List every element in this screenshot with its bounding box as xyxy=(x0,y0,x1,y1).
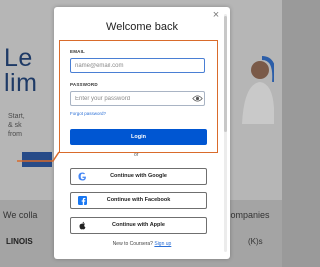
signup-prompt-text: New to Coursera? xyxy=(112,241,153,247)
collab-text: We colla xyxy=(3,210,38,220)
hero-heading-line-2: lim xyxy=(4,69,38,97)
callout-pointer-line xyxy=(17,151,60,162)
modal-title: Welcome back xyxy=(106,21,178,33)
companies-text: companies xyxy=(226,210,270,220)
google-button-label: Continue with Google xyxy=(110,173,167,179)
continue-with-apple-button[interactable]: Continue with Apple xyxy=(70,217,207,234)
hero-heading-line-1: Le xyxy=(4,44,33,72)
facebook-button-label: Continue with Facebook xyxy=(106,197,171,203)
modal-scrollbar-thumb[interactable] xyxy=(224,16,227,132)
signup-prompt: New to Coursera? Sign up xyxy=(54,241,230,247)
hero-text-line-3: from xyxy=(8,131,22,138)
partner-logo-right: (K)s xyxy=(248,237,263,246)
apple-button-label: Continue with Apple xyxy=(112,222,165,228)
signup-link[interactable]: Sign up xyxy=(154,241,171,247)
continue-with-google-button[interactable]: Continue with Google xyxy=(70,168,207,185)
hero-person-image xyxy=(242,56,274,124)
continue-with-facebook-button[interactable]: Continue with Facebook xyxy=(70,192,207,209)
form-highlight-box xyxy=(59,40,218,153)
partner-logo-left: LINOIS xyxy=(6,237,33,246)
hero-text-line-1: Start, xyxy=(8,113,25,120)
hero-text-line-2: & sk xyxy=(8,122,22,129)
close-icon[interactable]: × xyxy=(211,10,221,21)
